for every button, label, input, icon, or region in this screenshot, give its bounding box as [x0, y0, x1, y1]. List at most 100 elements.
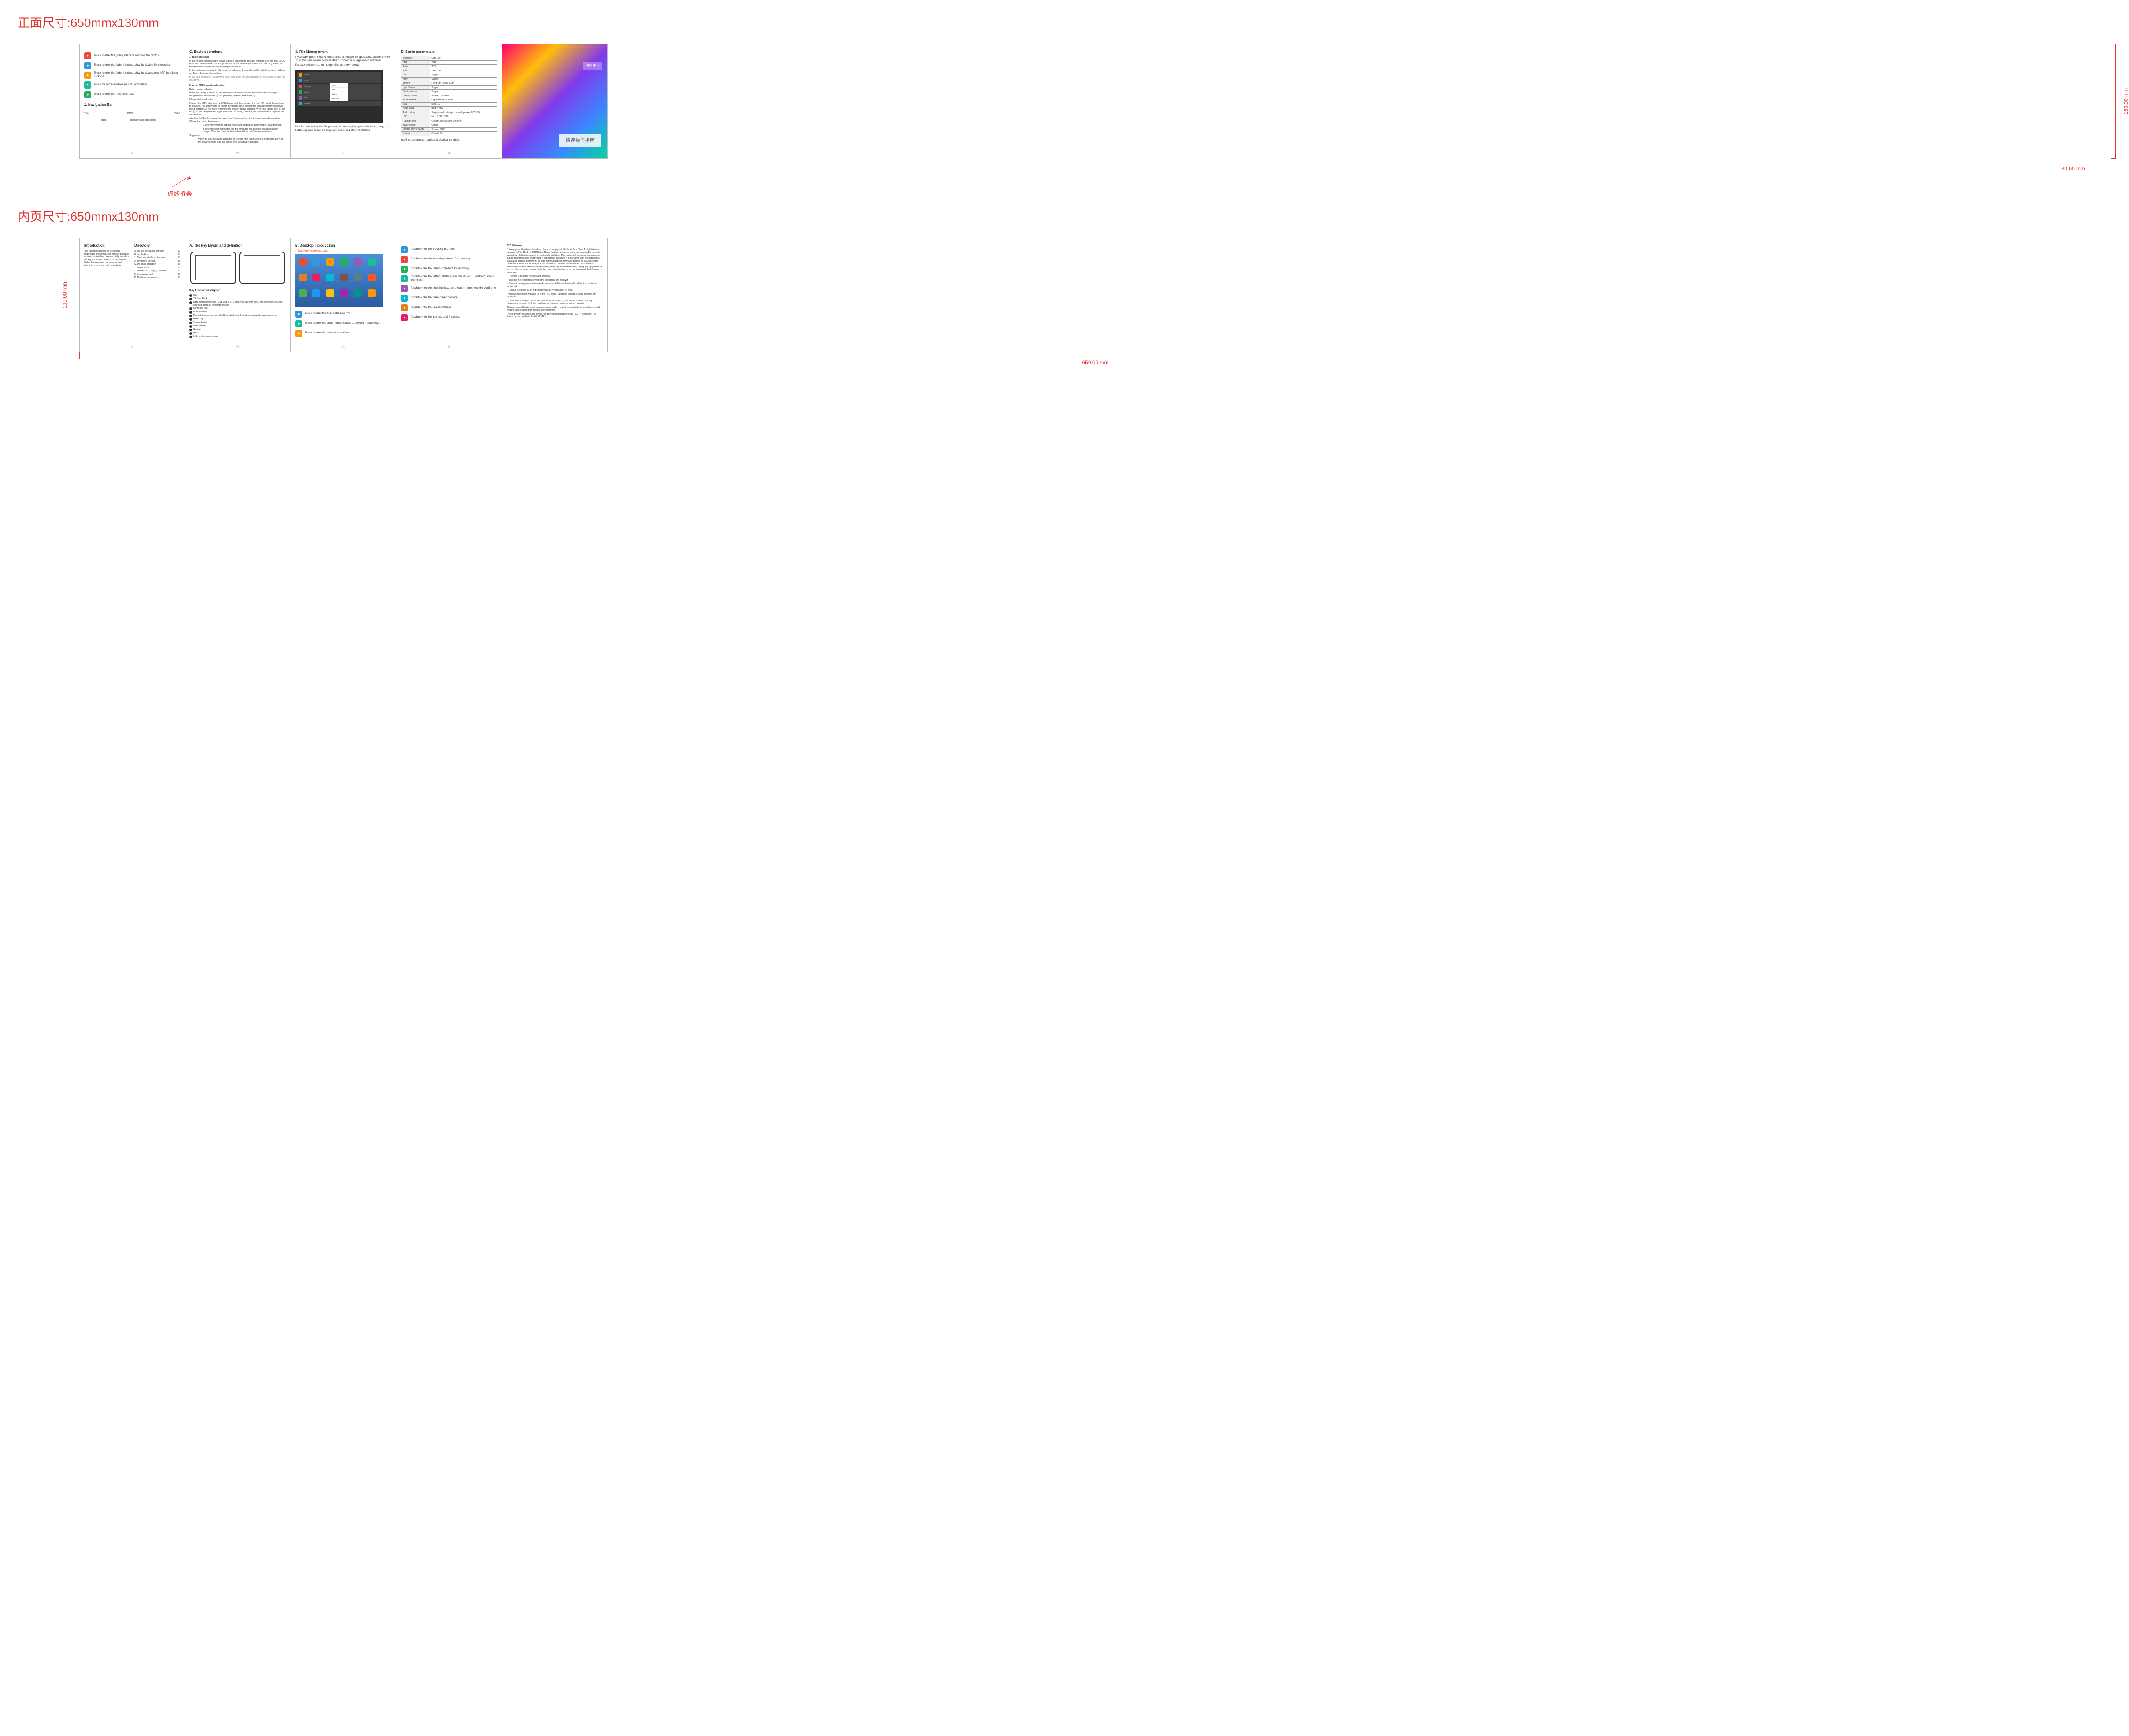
spec-value: 5000mAh — [430, 102, 497, 107]
dimension-ruler — [2005, 158, 2111, 165]
app-icon: ● — [401, 256, 408, 263]
spec-row: DDR2GB — [401, 60, 497, 65]
key-text: Speaker — [193, 328, 202, 331]
feature-text: Touch to enter the calculator interface. — [305, 332, 350, 335]
params-title: D. Basic parameters — [401, 50, 497, 54]
desktop-intro-title: B. Desktop introduction — [295, 244, 392, 248]
bullet-icon — [189, 307, 192, 310]
spec-key: Touch method — [401, 98, 430, 103]
context-menu-item: Delete — [330, 92, 348, 96]
spec-value: 8.0inch 1280x800 — [430, 94, 497, 98]
power-text: Battery usage indicator: — [189, 88, 286, 91]
spec-value: Support — [430, 77, 497, 81]
feature-row: ●Touch to enter the calendar interface f… — [401, 266, 497, 273]
feature-text: Touch to enter the clock interface, set … — [411, 287, 496, 290]
spec-row: Touch methodCapacitive multi-touch — [401, 98, 497, 103]
boot-heading: 1. boot / shutdown — [189, 56, 286, 59]
toc-page: 03 — [178, 253, 180, 256]
toc-page: 02 — [178, 250, 180, 253]
front-panel-4: D. Basic parameters processorOcta-CoreDD… — [396, 44, 502, 159]
note-text: All parameters are subject to physical c… — [404, 139, 460, 141]
boot-text: In the off state, long press the power b… — [189, 60, 286, 69]
feature-row: ●Touch to enter the folder interface, vi… — [84, 72, 180, 79]
folder-icon — [299, 85, 302, 88]
fcc-paragraph: -- Reorient or relocate the receiving an… — [507, 275, 603, 278]
fcc-paragraph: (1) This device may not cause harmful in… — [507, 300, 603, 305]
feature-row: ●Touch to enter the video player interfa… — [401, 295, 497, 302]
app-icon — [312, 274, 320, 281]
inner-panel-3: B. Desktop introduction 1. Main interfac… — [291, 238, 396, 352]
spec-key: WIFI — [401, 69, 430, 73]
toc-label: C. the basic operation — [134, 263, 156, 266]
note-symbol: ※: — [401, 139, 404, 141]
spec-key: camera — [401, 81, 430, 86]
power-text: Connect the USB cable with the USB charg… — [189, 102, 286, 117]
start-button: 开始使用 — [583, 62, 602, 70]
feature-row: ●Touch to enter the search interface. — [401, 304, 497, 311]
power-text: Charge status indication: — [189, 98, 286, 101]
fcc-paragraph: This device complies with part 15 of the… — [507, 293, 603, 299]
app-icon: ● — [401, 304, 408, 311]
page-number: 04 — [448, 346, 451, 349]
toc-row: 1. Power on/off06 — [134, 267, 180, 270]
file-mgmt-title: 3. File Management — [295, 50, 392, 54]
spec-key: Audio input — [401, 107, 430, 111]
directory-title: Directory — [134, 244, 180, 248]
toc-label: 2. navigation bar icon — [134, 260, 156, 263]
app-icon: ● — [84, 81, 91, 89]
spec-key: B-T — [401, 73, 430, 78]
bullet-icon — [189, 336, 192, 338]
feature-text: Touch to enter the recording interface f… — [411, 258, 470, 261]
feature-text: Touch to enter the folder interface, vie… — [94, 64, 171, 67]
context-menu-item: Cut — [330, 88, 348, 92]
attention-text: attention: 1. After the machine is power… — [189, 117, 286, 123]
spec-value: Support — [430, 73, 497, 78]
spec-value: Support — [430, 90, 497, 94]
app-icon — [368, 274, 376, 281]
bullet-icon — [189, 322, 192, 324]
folder-name: DCIM — [304, 79, 308, 81]
toc-label: 1. Power on/off — [134, 267, 149, 270]
page-number: 06 — [236, 152, 239, 155]
app-icon: ● — [401, 295, 408, 302]
key-text: Rear camera — [193, 325, 206, 328]
spec-key: MICRO SD/TF CARD — [401, 127, 430, 132]
feature-row: ●Touch to enter the APK installation too… — [295, 311, 392, 318]
app-icon — [368, 289, 376, 297]
spec-row: cameraFront: 2MP, Rear: 5MP — [401, 81, 497, 86]
page-number: 02 — [236, 346, 239, 349]
app-icon — [326, 258, 334, 266]
key-item: HDMI — [189, 332, 286, 335]
spec-row: Audio inputBuilt-in MIC — [401, 107, 497, 111]
fcc-title: FCC Statement — [507, 244, 603, 248]
inner-title: 内页尺寸:650mmx130mm — [18, 207, 2111, 225]
spec-row: MICRO SD/TF CARDSupport 64GB — [401, 127, 497, 132]
dimension-height: 130.00 mm — [62, 282, 68, 308]
toc-page: 05 — [178, 260, 180, 263]
feature-row: ●Touch to enter the calculator interface… — [295, 330, 392, 337]
folder-name: Music — [304, 96, 308, 99]
spec-row: Light SensorSupport — [401, 85, 497, 90]
toc-page: 03 — [178, 256, 180, 259]
app-icon — [299, 289, 307, 297]
bullet-icon — [189, 311, 192, 314]
spec-row: WIFI2.4G / 5G — [401, 69, 497, 73]
file-mgmt-text: For example, operate on multiple files a… — [295, 64, 392, 67]
spec-row: B-TSupport — [401, 73, 497, 78]
spec-key: system — [401, 132, 430, 136]
spec-key: Light Sensor — [401, 85, 430, 90]
spec-row: Flash32G — [401, 65, 497, 69]
folder-row: Alarms — [297, 72, 381, 78]
feature-text: Touch to enter the music interface. — [94, 93, 134, 96]
key-item: MIC — [189, 294, 286, 297]
bullet-icon — [189, 315, 192, 317]
toc-page: 07 — [178, 273, 180, 276]
inner-panel-2: A. The key layout and definition Key fun… — [185, 238, 291, 352]
app-icon: ● — [401, 314, 408, 321]
feature-text: Touch to enter the setting interface, yo… — [411, 275, 497, 282]
key-text: TF Card Book — [193, 297, 207, 300]
app-icon: ● — [401, 275, 408, 282]
key-text: Front camera — [193, 311, 207, 314]
key-layout-title: A. The key layout and definition — [189, 244, 286, 248]
spec-value: Single-sided, Left/right channel speaker… — [430, 111, 497, 115]
